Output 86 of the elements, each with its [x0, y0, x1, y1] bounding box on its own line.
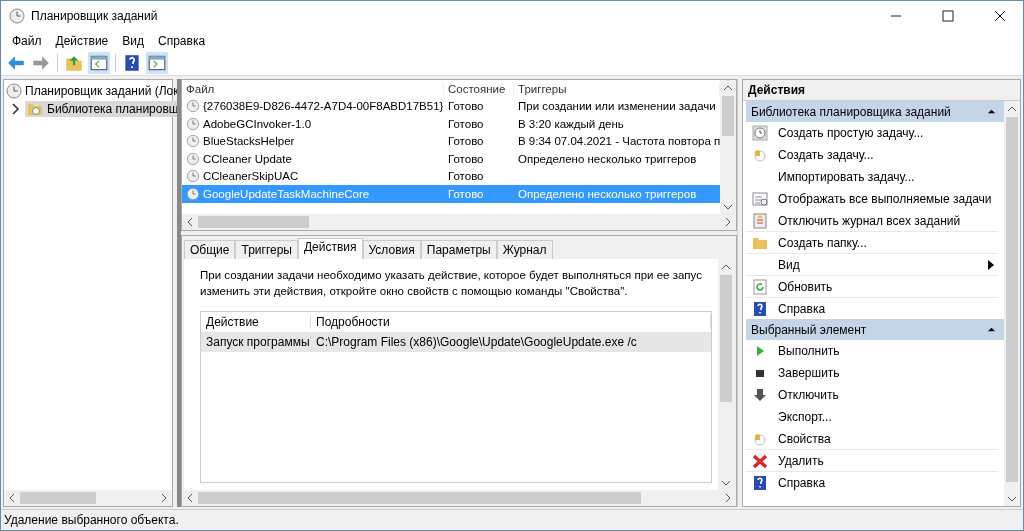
panel-icon[interactable]: [88, 52, 110, 74]
down-arrow-icon: [752, 386, 768, 403]
tab[interactable]: Триггеры: [235, 240, 298, 259]
menu-item[interactable]: Действие: [48, 34, 116, 48]
column-header[interactable]: Файл: [182, 82, 444, 95]
scroll-up-icon[interactable]: [1006, 104, 1018, 114]
scroll-right-icon[interactable]: [723, 216, 733, 228]
menu-item[interactable]: Вид: [115, 34, 151, 48]
task-row[interactable]: BlueStacksHelper Готово В 9:34 07.04.2021 - Частота повтора п: [182, 132, 720, 150]
tab[interactable]: Условия: [362, 240, 421, 259]
action-item[interactable]: Свойства: [746, 427, 998, 450]
task-row[interactable]: {276038E9-D826-4472-A7D4-00F8ABD17B51} Готово При создании или изменении задачи: [182, 97, 720, 115]
scroll-left-icon[interactable]: [185, 216, 195, 228]
scroll-thumb[interactable]: [198, 492, 642, 504]
table-cell-text: C:\Program Files (x86)\Google\Update\GoogleUpdate.exe /c: [315, 335, 638, 349]
scroll-thumb[interactable]: [20, 492, 96, 504]
tab[interactable]: Журнал: [496, 240, 553, 259]
scroll-up-icon[interactable]: [722, 83, 734, 93]
section-title: Выбранный элемент: [751, 322, 867, 337]
action-item[interactable]: Справка: [746, 471, 998, 494]
clock-icon: [186, 99, 200, 114]
vertical-scrollbar[interactable]: [720, 80, 736, 214]
action-item[interactable]: Отключить: [746, 383, 998, 406]
scroll-right-icon[interactable]: [159, 492, 169, 504]
column-header[interactable]: Действие: [201, 315, 311, 329]
section-header[interactable]: Выбранный элемент: [746, 319, 1004, 340]
section-header[interactable]: Библиотека планировщика заданий: [746, 101, 1004, 122]
help-icon: [752, 300, 768, 317]
horizontal-scrollbar[interactable]: [182, 214, 736, 230]
column-header[interactable]: Подробности: [311, 315, 711, 329]
task-row[interactable]: AdobeGCInvoker-1.0 Готово В 3:20 каждый день: [182, 115, 720, 133]
submenu-arrow-icon: [988, 259, 994, 270]
folder-icon: [27, 101, 43, 117]
log-icon: [752, 212, 768, 229]
clock-icon: [186, 186, 200, 201]
action-item[interactable]: Вид: [746, 253, 998, 276]
action-item[interactable]: Удалить: [746, 449, 998, 472]
action-item[interactable]: Создать простую задачу...: [746, 122, 998, 144]
action-item[interactable]: Создать задачу...: [746, 143, 998, 166]
refresh-icon: [752, 278, 768, 295]
action-item[interactable]: Отображать все выполняемые задачи: [746, 187, 998, 210]
action-item[interactable]: Экспорт...: [746, 405, 998, 428]
table-cell-text: Запуск программы: [205, 335, 311, 349]
description-text: При создании задачи необходимо указать действие, которое будет выполняться при ее запус изменить эти действия, откройте окно свойств с помощью команды "Свойства".: [200, 268, 703, 299]
panel-title: Действия: [743, 80, 1020, 101]
collapse-arrow-icon[interactable]: [987, 325, 996, 334]
menu-item[interactable]: Файл: [5, 34, 49, 48]
clock-icon: [186, 151, 200, 166]
tab[interactable]: Действия: [297, 238, 363, 259]
help-icon: [752, 474, 768, 491]
collapse-arrow-icon[interactable]: [987, 107, 996, 116]
action-item[interactable]: Создать папку...: [746, 231, 998, 254]
scroll-thumb[interactable]: [722, 96, 734, 137]
column-header[interactable]: Состояние: [444, 82, 514, 95]
status-text: Удаление выбранного объекта.: [4, 513, 179, 527]
clock-icon: [186, 116, 200, 131]
vertical-scrollbar[interactable]: [1004, 101, 1020, 506]
scroll-left-icon[interactable]: [185, 492, 195, 504]
tab[interactable]: Параметры: [420, 240, 497, 259]
task-row[interactable]: CCleaner Update Готово Определено несколько триггеров: [182, 150, 720, 168]
scroll-right-icon[interactable]: [723, 492, 733, 504]
tab[interactable]: Общие: [184, 240, 236, 259]
list-icon: [752, 190, 768, 207]
action-item[interactable]: Отключить журнал всех заданий: [746, 209, 998, 232]
delete-icon: [752, 452, 768, 469]
action-item[interactable]: Выполнить: [746, 340, 998, 362]
horizontal-scrollbar[interactable]: [4, 490, 172, 506]
clock-icon: [752, 124, 768, 141]
panel-icon[interactable]: [146, 52, 168, 74]
clock-icon: [6, 83, 22, 99]
section-title: Библиотека планировщика заданий: [751, 104, 951, 119]
action-item[interactable]: Обновить: [746, 275, 998, 298]
scroll-left-icon[interactable]: [7, 492, 17, 504]
scroll-thumb[interactable]: [720, 275, 732, 403]
window-title: Планировщик заданий: [31, 9, 158, 23]
clock-icon: [186, 134, 200, 149]
chevron-icon[interactable]: [10, 103, 22, 115]
menu-item[interactable]: Справка: [151, 34, 213, 48]
scroll-thumb[interactable]: [1006, 117, 1018, 482]
action-item[interactable]: Импортировать задачу...: [746, 165, 998, 188]
clock-icon: [186, 169, 200, 184]
task-row[interactable]: CCleanerSkipUAC Готово: [182, 167, 720, 185]
clock-icon: [9, 8, 25, 24]
scroll-thumb[interactable]: [198, 216, 309, 228]
action-item[interactable]: Завершить: [746, 361, 998, 384]
scroll-up-icon[interactable]: [720, 262, 732, 272]
